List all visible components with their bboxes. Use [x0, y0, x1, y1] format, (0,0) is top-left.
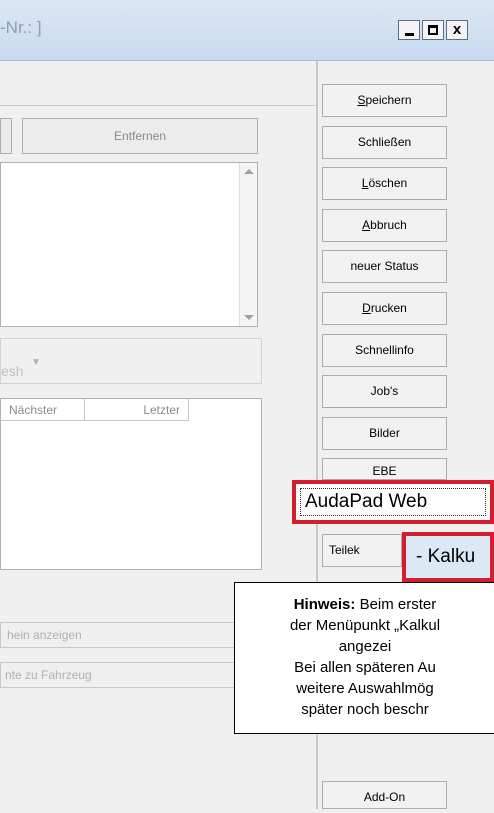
cancel-button[interactable]: Abbruch [322, 209, 447, 242]
add-button-fragment[interactable] [0, 118, 12, 154]
schedule-table[interactable]: Nächster Letzter [0, 398, 262, 570]
title-bar: -Nr.: ] x [0, 0, 494, 61]
audapad-web-highlight[interactable]: AudaPad Web [292, 480, 494, 524]
hint-line-3: angezei [338, 638, 392, 655]
chevron-down-icon[interactable]: ▼ [31, 357, 41, 368]
window-title: -Nr.: ] [0, 18, 42, 37]
window-controls: x [398, 20, 468, 40]
item-listbox[interactable] [0, 162, 258, 327]
new-status-button[interactable]: neuer Status [322, 250, 447, 283]
listbox-scrollbar[interactable] [239, 163, 257, 326]
combo-text: esh [1, 363, 24, 379]
scroll-up-icon[interactable] [244, 169, 254, 174]
column-header-last[interactable]: Letzter [85, 399, 189, 421]
jobs-button[interactable]: Job's [322, 375, 447, 408]
close-icon[interactable]: x [446, 20, 468, 40]
close-button[interactable]: Schließen [322, 126, 447, 159]
vehicle-button[interactable]: nte zu Fahrzeug [0, 662, 262, 688]
column-header-next[interactable]: Nächster [1, 399, 85, 421]
remove-button[interactable]: Entfernen [22, 118, 258, 154]
images-button[interactable]: Bilder [322, 417, 447, 450]
hint-line-6: später noch beschr [301, 701, 429, 718]
combo-box[interactable]: esh ▼ [0, 338, 262, 384]
audapad-web-button[interactable]: AudaPad Web [300, 488, 486, 516]
hint-line-5: weitere Auswahlmög [296, 680, 434, 697]
toolbar-area [0, 61, 316, 106]
hint-line-2: der Menüpunkt „Kalkul [289, 617, 441, 634]
ebe-button[interactable]: EBE [322, 458, 447, 480]
teilek-button[interactable]: Teilek [322, 534, 402, 567]
maximize-icon[interactable] [422, 20, 444, 40]
kalku-menu-highlight[interactable]: - Kalku [402, 532, 494, 582]
hint-line-4: Bei allen späteren Au [294, 659, 436, 676]
show-button[interactable]: hein anzeigen [0, 622, 262, 648]
hint-callout: Hinweis: Beim erster der Menüpunkt „Kalk… [234, 582, 494, 734]
minimize-icon[interactable] [398, 20, 420, 40]
hint-label: Hinweis: [293, 596, 356, 613]
addon-button[interactable]: Add-On [322, 781, 447, 809]
hint-line-1: Beim erster [355, 596, 437, 613]
print-button[interactable]: Drucken [322, 292, 447, 325]
kalku-menu-item[interactable]: - Kalku [416, 546, 475, 568]
quickinfo-button[interactable]: Schnellinfo [322, 334, 447, 367]
delete-button[interactable]: Löschen [322, 167, 447, 200]
scroll-down-icon[interactable] [244, 315, 254, 320]
save-button[interactable]: Speichern [322, 84, 447, 117]
